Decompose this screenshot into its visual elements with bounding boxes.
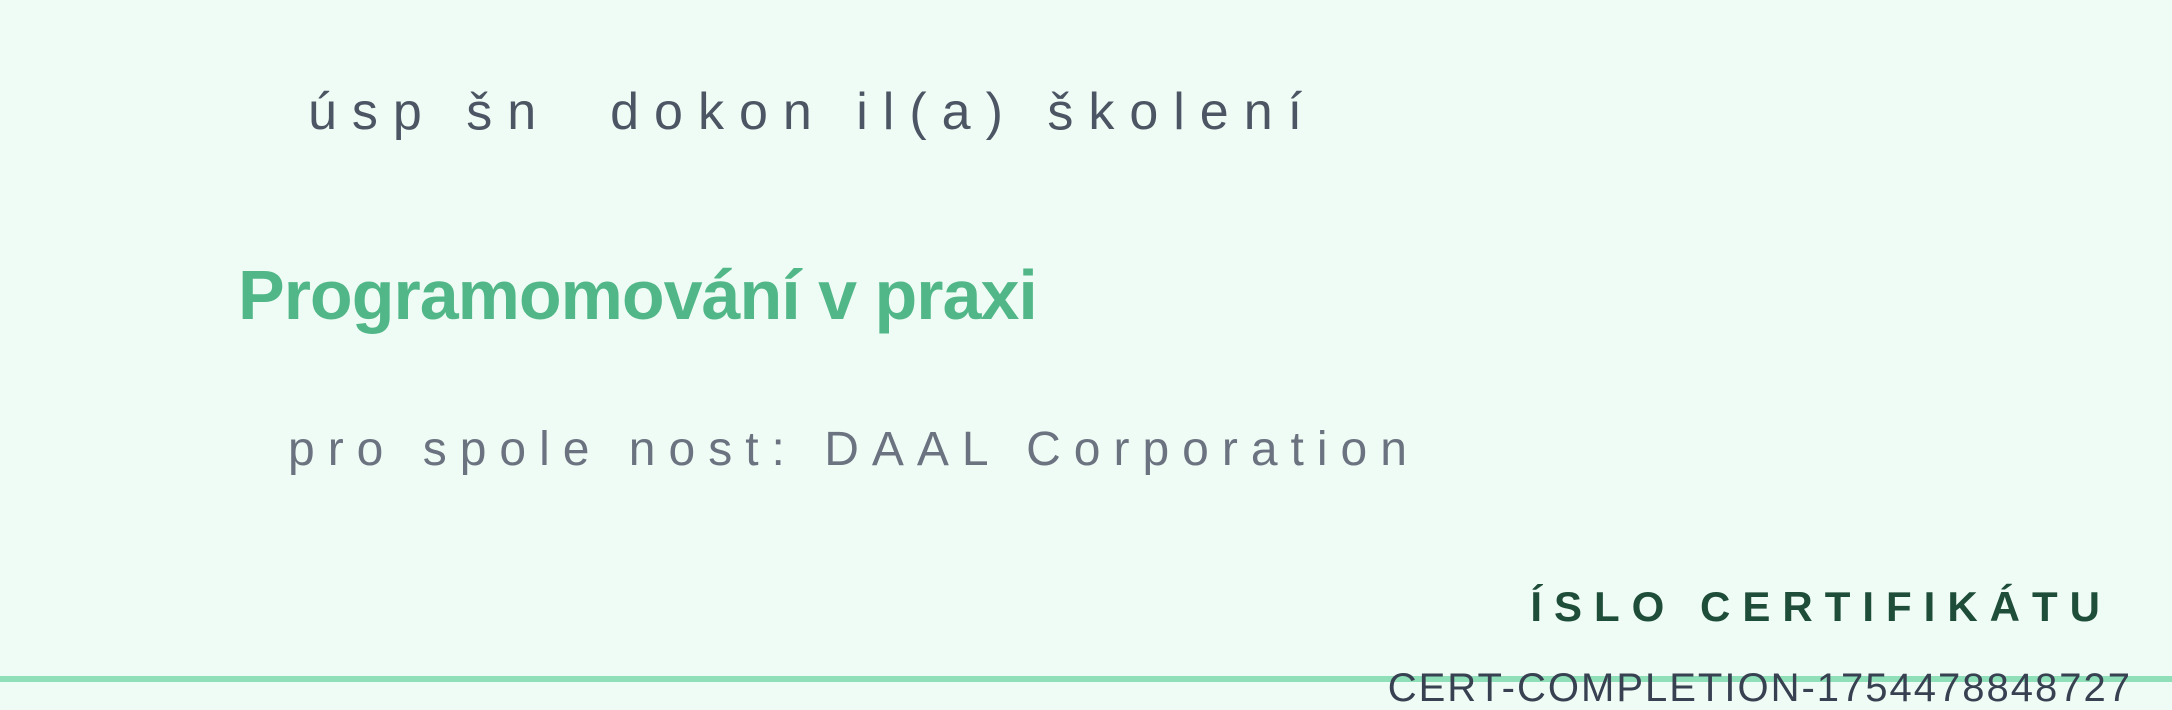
completion-statement: úsp šn dokon il(a) školení (308, 83, 1318, 141)
company-line: pro spole nost: DAAL Corporation (288, 423, 1420, 476)
course-title: Programomování v praxi (238, 256, 1038, 334)
certificate-number: CERT-COMPLETION-1754478848727 (1387, 666, 2132, 710)
certificate-number-label: ÍSLO CERTIFIKÁTU (1530, 583, 2112, 630)
certificate: úsp šn dokon il(a) školení Programomován… (0, 0, 2172, 708)
